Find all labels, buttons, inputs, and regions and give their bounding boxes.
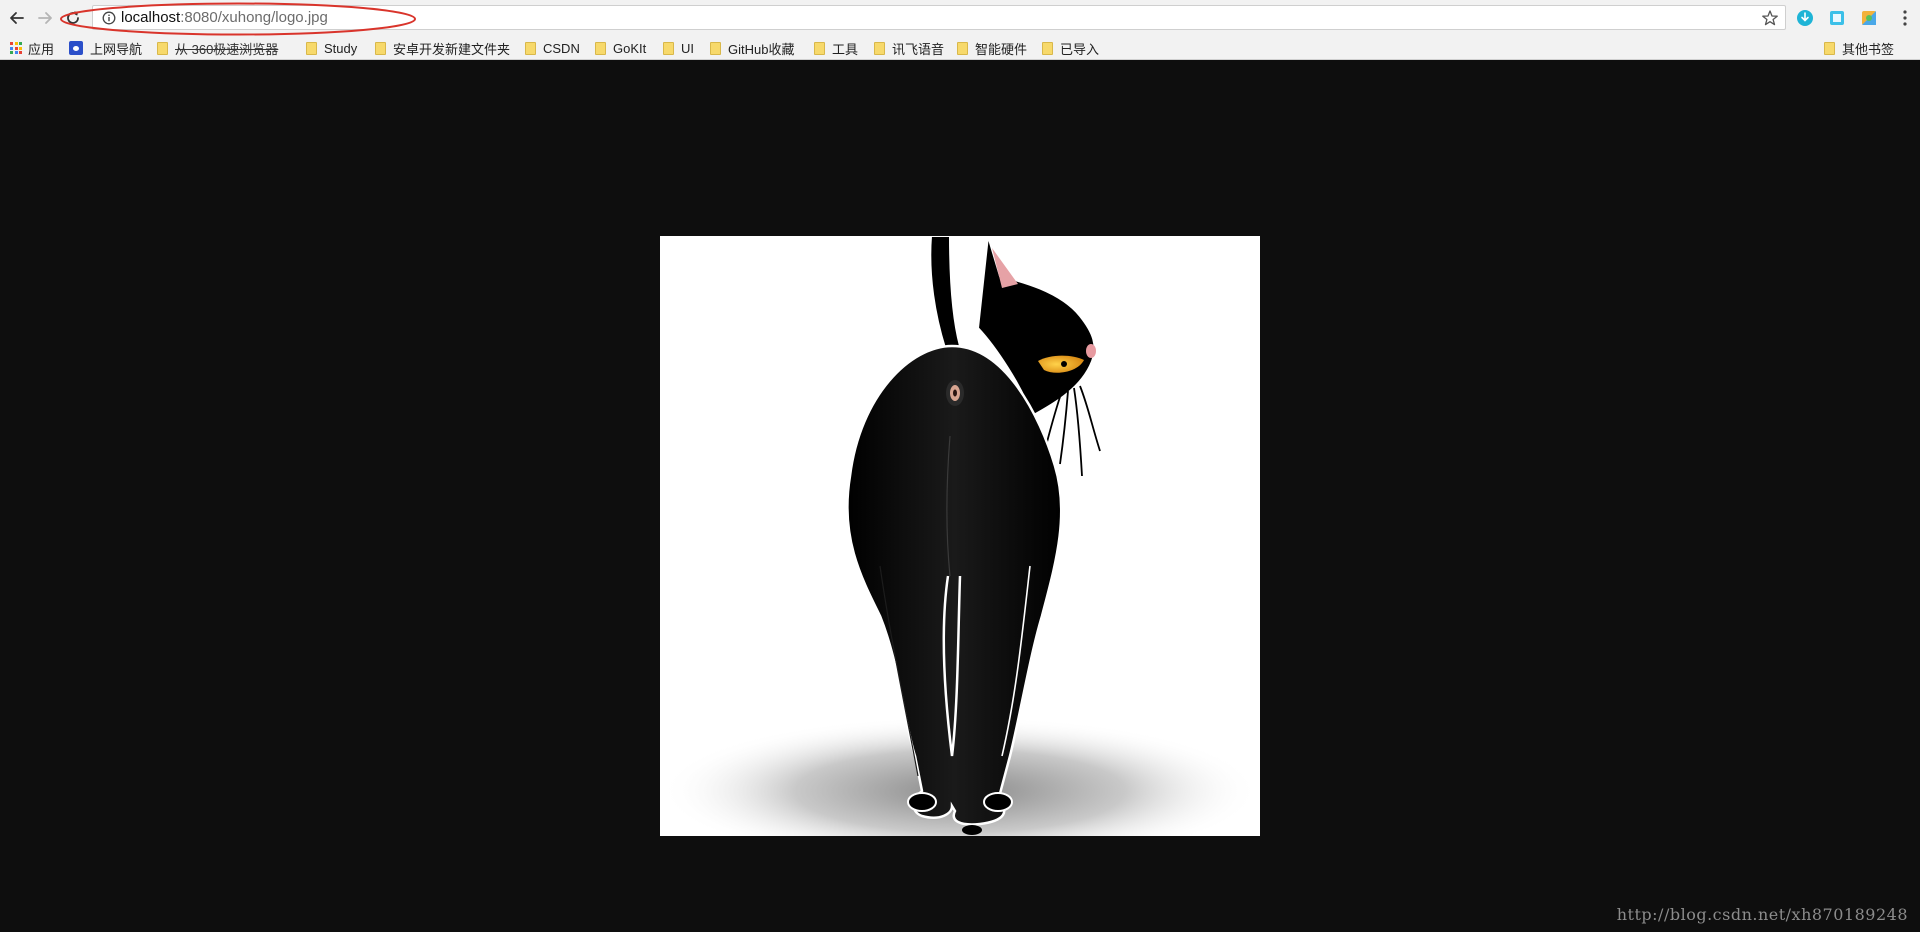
bookmark-label: 从 360极速浏览器 bbox=[175, 41, 279, 57]
black-cat-illustration bbox=[660, 236, 1260, 836]
reload-icon bbox=[67, 11, 79, 24]
bookmark-apps-label: 应用 bbox=[28, 41, 55, 57]
menu-icon[interactable] bbox=[1902, 8, 1908, 28]
folder-icon bbox=[663, 41, 674, 55]
bookmark-label: GitHub收藏 bbox=[728, 41, 795, 57]
bookmark-item[interactable]: 从 360极速浏览器 bbox=[157, 36, 278, 60]
bookmark-label: 智能硬件 bbox=[975, 41, 1028, 57]
apps-grid-icon bbox=[10, 42, 22, 54]
extension-colorful-icon[interactable] bbox=[1860, 9, 1878, 27]
bookmark-item[interactable]: Study bbox=[306, 36, 357, 60]
folder-icon bbox=[1824, 41, 1835, 55]
bookmark-item[interactable]: CSDN bbox=[525, 36, 580, 60]
url-host: localhost bbox=[121, 9, 181, 26]
bookmark-label: 上网导航 bbox=[90, 41, 143, 57]
bookmark-label: 工具 bbox=[832, 41, 859, 57]
folder-icon bbox=[157, 41, 168, 55]
back-icon bbox=[10, 12, 24, 24]
bookmark-item[interactable]: 工具 bbox=[814, 36, 858, 60]
folder-icon bbox=[814, 41, 825, 55]
reload-button[interactable] bbox=[60, 5, 86, 31]
bookmark-other[interactable]: 其他书签 bbox=[1824, 36, 1894, 60]
bookmark-item[interactable]: 智能硬件 bbox=[957, 36, 1027, 60]
forward-icon bbox=[38, 12, 52, 24]
page-viewport: http://blog.csdn.net/xh870189248 bbox=[0, 60, 1920, 932]
watermark-text: http://blog.csdn.net/xh870189248 bbox=[1616, 905, 1908, 924]
bookmark-apps[interactable]: 应用 bbox=[10, 36, 54, 60]
bookmark-label: 已导入 bbox=[1060, 41, 1100, 57]
displayed-image bbox=[660, 236, 1260, 836]
address-bar[interactable]: localhost:8080/xuhong/logo.jpg bbox=[92, 5, 1786, 30]
extension-download-icon[interactable] bbox=[1796, 9, 1814, 27]
folder-icon bbox=[874, 41, 885, 55]
back-button[interactable] bbox=[4, 5, 30, 31]
baidu-paw-icon bbox=[69, 41, 83, 55]
folder-icon bbox=[375, 41, 386, 55]
bookmark-item[interactable]: 讯飞语音 bbox=[874, 36, 944, 60]
bookmark-item[interactable]: 上网导航 bbox=[69, 36, 142, 60]
bookmark-item[interactable]: GitHub收藏 bbox=[710, 36, 794, 60]
bookmarks-bar: 应用 上网导航 从 360极速浏览器 Study 安卓开发新建文件夹 CSDN … bbox=[0, 36, 1920, 60]
bookmark-label: 安卓开发新建文件夹 bbox=[393, 41, 511, 57]
extension-bookmark-icon[interactable] bbox=[1828, 9, 1846, 27]
bookmark-item[interactable]: UI bbox=[663, 36, 694, 60]
folder-icon bbox=[525, 41, 536, 55]
bookmark-item[interactable]: 已导入 bbox=[1042, 36, 1099, 60]
bookmark-label: UI bbox=[681, 40, 694, 56]
bookmark-item[interactable]: 安卓开发新建文件夹 bbox=[375, 36, 510, 60]
forward-button[interactable] bbox=[32, 5, 58, 31]
folder-icon bbox=[957, 41, 968, 55]
bookmark-label: 讯飞语音 bbox=[892, 41, 945, 57]
folder-icon bbox=[1042, 41, 1053, 55]
info-icon[interactable] bbox=[102, 11, 116, 25]
url-path: :8080/xuhong/logo.jpg bbox=[180, 9, 328, 26]
folder-icon bbox=[595, 41, 606, 55]
folder-icon bbox=[306, 41, 317, 55]
bookmark-item[interactable]: GoKIt bbox=[595, 36, 646, 60]
toolbar: localhost:8080/xuhong/logo.jpg bbox=[0, 0, 1920, 36]
bookmark-label: Study bbox=[324, 40, 358, 56]
browser-window: localhost:8080/xuhong/logo.jpg 应用 上网导航 从… bbox=[0, 0, 1920, 932]
bookmark-other-label: 其他书签 bbox=[1842, 41, 1895, 57]
url-text[interactable]: localhost:8080/xuhong/logo.jpg bbox=[121, 6, 328, 29]
folder-icon bbox=[710, 41, 721, 55]
star-icon[interactable] bbox=[1761, 9, 1779, 27]
bookmark-label: GoKIt bbox=[613, 40, 647, 56]
bookmark-label: CSDN bbox=[543, 40, 580, 56]
